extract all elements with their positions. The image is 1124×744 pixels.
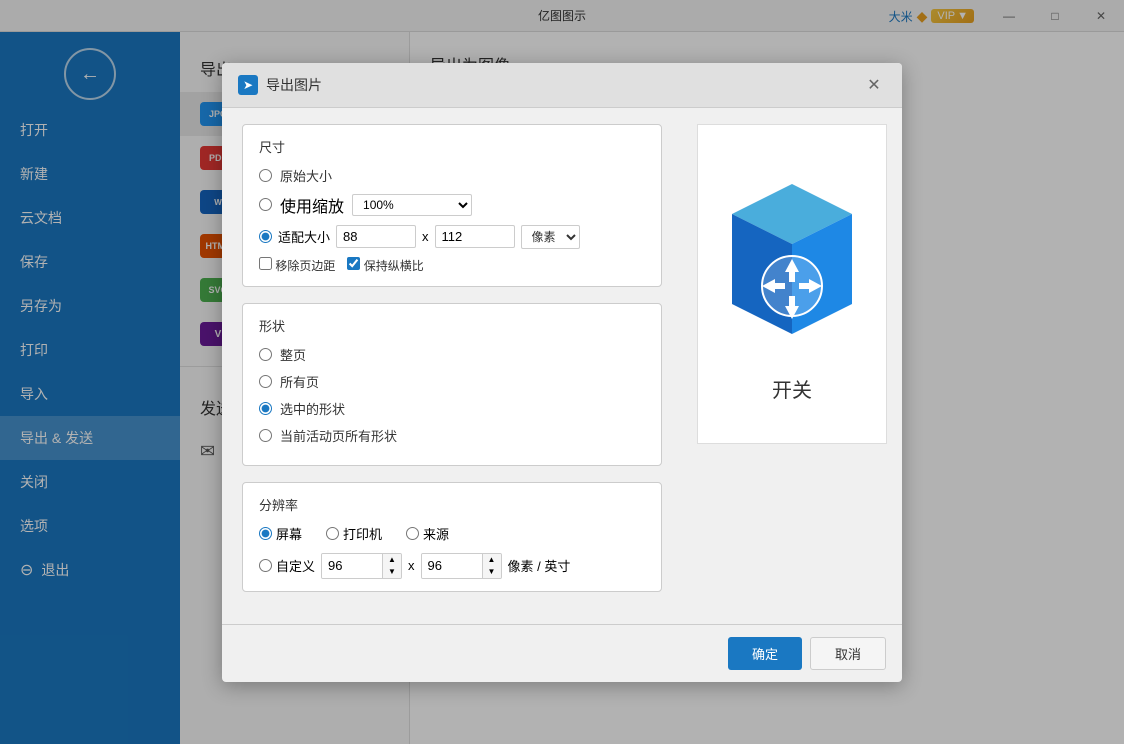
modal-header: ➤ 导出图片 ✕ [222,63,902,108]
shape-section: 形状 整页 所有页 选中的形状 当前活动页所有 [242,303,662,466]
keep-ratio-label: 保持纵横比 [347,257,423,274]
dpi-y-up-button[interactable]: ▲ [483,554,501,566]
dpi-y-spinbuttons: ▲ ▼ [482,554,501,578]
modal-icon: ➤ [238,75,258,95]
res-printer-radio[interactable] [326,527,339,540]
modal-body: 尺寸 原始大小 使用缩放 100% 150% 200% [222,108,902,624]
remove-margin-checkbox[interactable] [259,257,272,270]
size-fit-row: 适配大小 x 像素 [259,225,645,249]
shape-full-label: 整页 [280,345,306,364]
size-x-label: x [422,229,429,244]
custom-res-radio[interactable] [259,559,272,572]
shape-full-row: 整页 [259,345,645,364]
shape-selected-radio[interactable] [259,402,272,415]
dpi-x-spinbuttons: ▲ ▼ [382,554,401,578]
modal-footer: 确定 取消 [222,624,902,682]
size-original-label: 原始大小 [280,166,332,185]
size-original-radio[interactable] [259,169,272,182]
scale-select[interactable]: 100% 150% 200% [352,194,472,216]
shape-current-label: 当前活动页所有形状 [280,426,397,445]
size-fit-radio[interactable] [259,230,272,243]
size-section: 尺寸 原始大小 使用缩放 100% 150% 200% [242,124,662,287]
size-scale-label: 使用缩放 [280,193,344,217]
modal-title: 导出图片 [266,75,322,95]
cube-preview-image [712,164,872,364]
dpi-x-spinbox: ▲ ▼ [321,553,402,579]
preview-text-label: 开关 [772,374,812,403]
shape-full-radio[interactable] [259,348,272,361]
dpi-x-up-button[interactable]: ▲ [383,554,401,566]
resolution-section: 分辨率 屏幕 打印机 来源 [242,482,662,592]
confirm-button[interactable]: 确定 [728,637,802,670]
res-unit-label: 像素 / 英寸 [508,556,571,575]
modal-close-button[interactable]: ✕ [862,73,886,97]
dpi-y-down-button[interactable]: ▼ [483,566,501,578]
remove-margin-label: 移除页边距 [259,257,335,274]
res-x-label: x [408,558,415,573]
export-image-dialog: ➤ 导出图片 ✕ 尺寸 原始大小 使用缩放 [222,63,902,682]
shape-all-radio[interactable] [259,375,272,388]
size-original-row: 原始大小 [259,166,645,185]
res-screen-label: 屏幕 [259,524,302,543]
resolution-section-title: 分辨率 [259,495,645,514]
shape-selected-label: 选中的形状 [280,399,345,418]
size-scale-radio[interactable] [259,198,272,211]
modal-title-area: ➤ 导出图片 [238,75,322,95]
res-source-label: 来源 [406,524,449,543]
preview-box: 开关 [697,124,887,444]
modal-form: 尺寸 原始大小 使用缩放 100% 150% 200% [222,108,682,624]
dpi-x-down-button[interactable]: ▼ [383,566,401,578]
height-input[interactable] [435,225,515,248]
shape-current-row: 当前活动页所有形状 [259,426,645,445]
dpi-y-input[interactable] [422,554,482,578]
shape-selected-row: 选中的形状 [259,399,645,418]
width-input[interactable] [336,225,416,248]
modal-preview: 开关 [682,108,902,624]
size-section-title: 尺寸 [259,137,645,156]
checkbox-row: 移除页边距 保持纵横比 [259,257,645,274]
shape-all-row: 所有页 [259,372,645,391]
unit-select[interactable]: 像素 [521,225,580,249]
res-screen-radio[interactable] [259,527,272,540]
shape-current-radio[interactable] [259,429,272,442]
size-fit-label: 适配大小 [278,227,330,246]
res-printer-label: 打印机 [326,524,382,543]
size-scale-row: 使用缩放 100% 150% 200% [259,193,645,217]
modal-overlay: ➤ 导出图片 ✕ 尺寸 原始大小 使用缩放 [0,0,1124,744]
cancel-button[interactable]: 取消 [810,637,886,670]
resolution-options: 屏幕 打印机 来源 [259,524,645,543]
shape-all-label: 所有页 [280,372,319,391]
keep-ratio-checkbox[interactable] [347,257,360,270]
dpi-x-input[interactable] [322,554,382,578]
custom-res-row: 自定义 ▲ ▼ x ▲ [259,553,645,579]
res-source-radio[interactable] [406,527,419,540]
dpi-y-spinbox: ▲ ▼ [421,553,502,579]
shape-section-title: 形状 [259,316,645,335]
custom-res-label: 自定义 [259,556,315,575]
